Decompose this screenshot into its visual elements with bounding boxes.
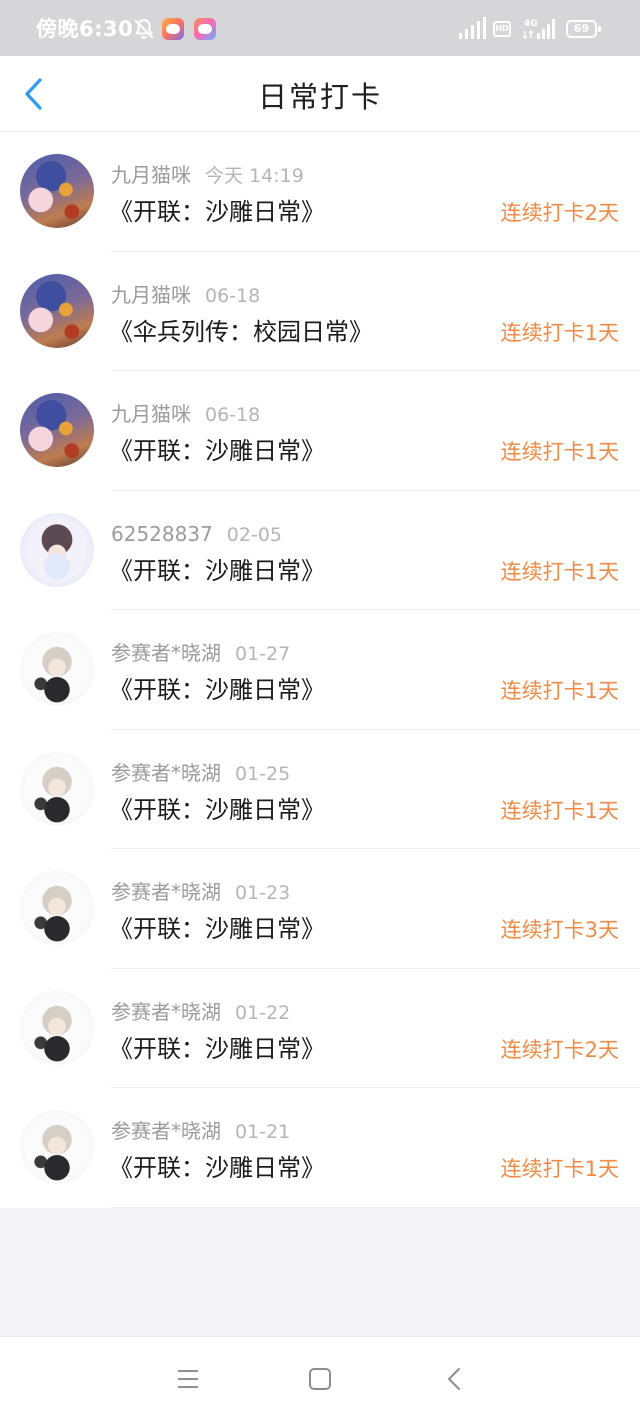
work-title: 《开联：沙雕日常》 xyxy=(109,198,325,226)
network-4g-icon: 4G xyxy=(522,19,555,39)
checkin-date: 06-18 xyxy=(205,284,261,307)
checkin-meta: 参赛者*晓湖 01-21 xyxy=(111,1116,290,1146)
checkin-date: 01-27 xyxy=(235,643,291,665)
checkin-item[interactable]: 九月猫咪 06-18 《伞兵列传：校园日常》 连续打卡1天 xyxy=(0,252,640,371)
checkin-meta: 参赛者*晓湖 01-25 xyxy=(111,758,290,788)
checkin-item[interactable]: 参赛者*晓湖 01-23 《开联：沙雕日常》 连续打卡3天 xyxy=(0,849,640,969)
avatar[interactable] xyxy=(20,990,94,1065)
game-app-icon xyxy=(194,18,216,40)
checkin-meta: 九月猫咪 今天 14:19 xyxy=(111,160,304,190)
user-name: 参赛者*晓湖 xyxy=(111,1119,221,1143)
checkin-item[interactable]: 62528837 02-05 《开联：沙雕日常》 连续打卡1天 xyxy=(0,491,640,610)
streak-label: 连续打卡2天 xyxy=(500,201,619,225)
checkin-item[interactable]: 参赛者*晓湖 01-25 《开联：沙雕日常》 连续打卡1天 xyxy=(0,730,640,849)
home-icon[interactable] xyxy=(307,1366,333,1392)
streak-label: 连续打卡1天 xyxy=(500,798,619,823)
streak-label: 连续打卡1天 xyxy=(500,559,619,584)
checkin-meta: 参赛者*晓湖 01-23 xyxy=(111,877,290,907)
checkin-item[interactable]: 九月猫咪 今天 14:19 《开联：沙雕日常》 连续打卡2天 xyxy=(0,132,640,252)
checkin-date: 01-25 xyxy=(235,762,291,785)
divider xyxy=(111,1206,640,1208)
work-title: 《伞兵列传：校园日常》 xyxy=(109,317,373,346)
user-name: 九月猫咪 xyxy=(111,282,191,307)
checkin-meta: 参赛者*晓湖 01-27 xyxy=(111,638,290,668)
avatar[interactable] xyxy=(20,871,94,945)
streak-label: 连续打卡2天 xyxy=(500,1037,619,1062)
avatar[interactable] xyxy=(20,273,94,348)
checkin-item[interactable]: 九月猫咪 06-18 《开联：沙雕日常》 连续打卡1天 xyxy=(0,371,640,491)
hd-icon: HD xyxy=(493,21,511,37)
page-title: 日常打卡 xyxy=(257,80,382,114)
avatar[interactable] xyxy=(20,751,94,826)
user-name: 62528837 xyxy=(111,521,213,546)
checkin-date: 01-22 xyxy=(235,1001,291,1024)
battery-level: 69 xyxy=(566,20,597,38)
checkin-item[interactable]: 参赛者*晓湖 01-22 《开联：沙雕日常》 连续打卡2天 xyxy=(0,969,640,1088)
avatar[interactable] xyxy=(20,632,94,706)
status-bar: 傍晚6:30 HD 4G 69 xyxy=(0,0,640,56)
bell-off-icon xyxy=(134,19,154,39)
avatar[interactable] xyxy=(20,512,94,587)
streak-label: 连续打卡1天 xyxy=(500,1157,619,1181)
work-title: 《开联：沙雕日常》 xyxy=(109,1154,325,1182)
status-time: 傍晚6:30 xyxy=(36,17,134,41)
checkin-date: 02-05 xyxy=(226,523,283,546)
checkin-list: 九月猫咪 今天 14:19 《开联：沙雕日常》 连续打卡2天 九月猫咪 06-18 … xyxy=(0,132,640,1208)
streak-label: 连续打卡1天 xyxy=(500,679,619,703)
checkin-date: 今天 14:19 xyxy=(205,165,304,187)
checkin-meta: 62528837 02-05 xyxy=(111,519,282,549)
streak-label: 连续打卡1天 xyxy=(500,440,619,464)
checkin-date: 06-18 xyxy=(205,404,261,426)
work-title: 《开联：沙雕日常》 xyxy=(109,795,325,824)
user-name: 参赛者*晓湖 xyxy=(111,999,221,1024)
checkin-item[interactable]: 参赛者*晓湖 01-21 《开联：沙雕日常》 连续打卡1天 xyxy=(0,1088,640,1208)
back-icon[interactable] xyxy=(442,1366,468,1392)
avatar[interactable] xyxy=(20,393,94,467)
avatar[interactable] xyxy=(20,1110,94,1184)
signal-icon xyxy=(459,17,486,39)
user-name: 参赛者*晓湖 xyxy=(111,880,221,904)
checkin-date: 01-23 xyxy=(235,882,291,904)
page-header: 日常打卡 xyxy=(0,56,640,132)
streak-label: 连续打卡3天 xyxy=(500,918,619,942)
game-app-icon xyxy=(162,18,184,40)
user-name: 九月猫咪 xyxy=(111,163,191,187)
work-title: 《开联：沙雕日常》 xyxy=(109,915,325,943)
checkin-item[interactable]: 参赛者*晓湖 01-27 《开联：沙雕日常》 连续打卡1天 xyxy=(0,610,640,730)
work-title: 《开联：沙雕日常》 xyxy=(109,437,325,465)
work-title: 《开联：沙雕日常》 xyxy=(109,1034,325,1063)
checkin-meta: 九月猫咪 06-18 xyxy=(111,399,260,429)
user-name: 参赛者*晓湖 xyxy=(111,641,221,665)
menu-icon[interactable] xyxy=(175,1366,201,1392)
avatar[interactable] xyxy=(20,154,94,228)
work-title: 《开联：沙雕日常》 xyxy=(109,556,325,585)
checkin-date: 01-21 xyxy=(235,1121,291,1143)
checkin-meta: 参赛者*晓湖 01-22 xyxy=(111,997,290,1027)
work-title: 《开联：沙雕日常》 xyxy=(109,676,325,704)
system-nav-bar xyxy=(0,1336,640,1423)
battery-icon: 69 xyxy=(566,20,602,38)
user-name: 参赛者*晓湖 xyxy=(111,760,221,785)
streak-label: 连续打卡1天 xyxy=(500,320,619,345)
checkin-meta: 九月猫咪 06-18 xyxy=(111,280,260,310)
user-name: 九月猫咪 xyxy=(111,402,191,426)
svg-text:4G: 4G xyxy=(524,19,538,29)
